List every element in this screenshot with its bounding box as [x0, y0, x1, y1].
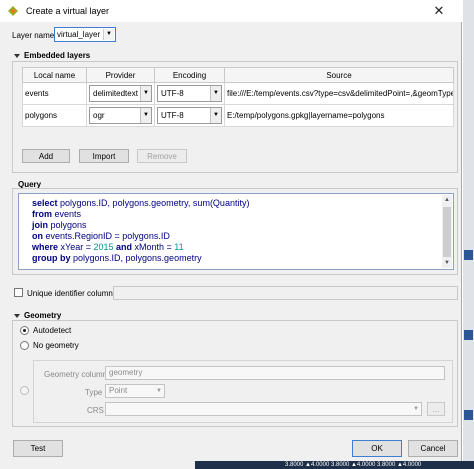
qgis-logo-icon [8, 6, 18, 16]
type-label: Type [85, 388, 103, 397]
crs-label: CRS [87, 406, 104, 415]
chevron-down-icon[interactable]: ▼ [413, 403, 419, 415]
unique-id-field[interactable] [113, 286, 458, 300]
local-name-cell[interactable]: polygons [22, 104, 87, 127]
query-scrollbar[interactable]: ▲ ▼ [442, 195, 452, 268]
geometry-header[interactable]: Geometry [14, 311, 61, 320]
unique-id-checkbox[interactable] [14, 288, 23, 297]
scroll-thumb[interactable] [443, 207, 451, 257]
unique-id-label: Unique identifier column [27, 289, 113, 298]
remove-button[interactable]: Remove [137, 149, 187, 163]
source-cell[interactable]: file:///E:/temp/events.csv?type=csv&deli… [224, 82, 454, 105]
query-line: on events.RegionID = polygons.ID [32, 231, 170, 241]
chevron-down-icon[interactable]: ▼ [103, 29, 114, 40]
source-cell[interactable]: E:/temp/polygons.gpkg|layername=polygons [224, 104, 454, 127]
embedded-layers-header[interactable]: Embedded layers [14, 51, 90, 60]
background-fragment [464, 410, 473, 420]
cancel-button[interactable]: Cancel [408, 440, 458, 457]
manual-geometry-radio[interactable] [20, 386, 29, 395]
table-row[interactable]: polygons ogr ▼ UTF-8 ▼ E:/temp/polygons.gp… [22, 104, 454, 127]
layer-name-value: virtual_layer [57, 30, 101, 39]
provider-combo[interactable]: ogr ▼ [89, 107, 152, 124]
chevron-down-icon[interactable]: ▼ [210, 108, 221, 123]
table-row[interactable]: events delimitedtext ▼ UTF-8 ▼ file:///E:/… [22, 82, 454, 105]
crs-selector[interactable]: ▼ [105, 402, 422, 416]
window-title: Create a virtual layer [26, 6, 110, 16]
no-geometry-label: No geometry [33, 341, 79, 350]
query-line: join polygons [32, 220, 87, 230]
chevron-down-icon[interactable]: ▼ [140, 86, 151, 101]
query-line: select polygons.ID, polygons.geometry, s… [32, 198, 250, 208]
query-editor[interactable]: select polygons.ID, polygons.geometry, s… [18, 193, 454, 270]
encoding-combo[interactable]: UTF-8 ▼ [157, 107, 222, 124]
layer-name-label: Layer name [12, 31, 55, 40]
chevron-down-icon[interactable]: ▼ [140, 108, 151, 123]
column-header[interactable]: Local name [22, 67, 87, 83]
geometry-type-combo[interactable]: Point ▼ [105, 384, 165, 398]
background-fragment [464, 250, 473, 260]
autodetect-label: Autodetect [33, 326, 72, 335]
add-button[interactable]: Add [22, 149, 70, 163]
query-line: group by polygons.ID, polygons.geometry [32, 253, 202, 263]
import-button[interactable]: Import [79, 149, 129, 163]
title-bar[interactable]: Create a virtual layer ✕ [0, 0, 462, 22]
chevron-down-icon[interactable]: ▼ [210, 86, 221, 101]
embedded-layers-table: Local name Provider Encoding Source even… [22, 67, 454, 127]
chevron-down-icon[interactable]: ▼ [156, 385, 162, 397]
provider-combo[interactable]: delimitedtext ▼ [89, 85, 152, 102]
background-fragment [464, 330, 473, 340]
triangle-down-icon [14, 313, 20, 318]
column-header[interactable]: Provider [86, 67, 155, 83]
virtual-layer-dialog: Create a virtual layer ✕ Layer name virt… [0, 0, 462, 469]
no-geometry-radio[interactable] [20, 341, 29, 350]
layer-name-combo[interactable]: virtual_layer ▼ [54, 27, 116, 42]
ok-button[interactable]: OK [352, 440, 402, 457]
scroll-down-icon[interactable]: ▼ [442, 258, 452, 268]
scroll-up-icon[interactable]: ▲ [442, 195, 452, 205]
triangle-down-icon [14, 53, 20, 58]
geometry-column-label: Geometry column [44, 370, 108, 379]
local-name-cell[interactable]: events [22, 82, 87, 105]
column-header[interactable]: Source [224, 67, 454, 83]
autodetect-radio[interactable] [20, 326, 29, 335]
test-button[interactable]: Test [13, 440, 63, 457]
query-line: where xYear = 2015 and xMonth = 11 [32, 242, 184, 252]
encoding-combo[interactable]: UTF-8 ▼ [157, 85, 222, 102]
geometry-column-field[interactable]: geometry [105, 366, 445, 380]
query-line: from events [32, 209, 82, 219]
background-status-text: 3.8000 ▲4.0000 3.8000 ▲4.0000 3.8000 ▲4.… [195, 461, 474, 469]
crs-select-button[interactable]: ... [427, 402, 445, 416]
column-header[interactable]: Encoding [154, 67, 225, 83]
close-icon[interactable]: ✕ [416, 0, 462, 22]
background-window-strip [463, 0, 474, 469]
